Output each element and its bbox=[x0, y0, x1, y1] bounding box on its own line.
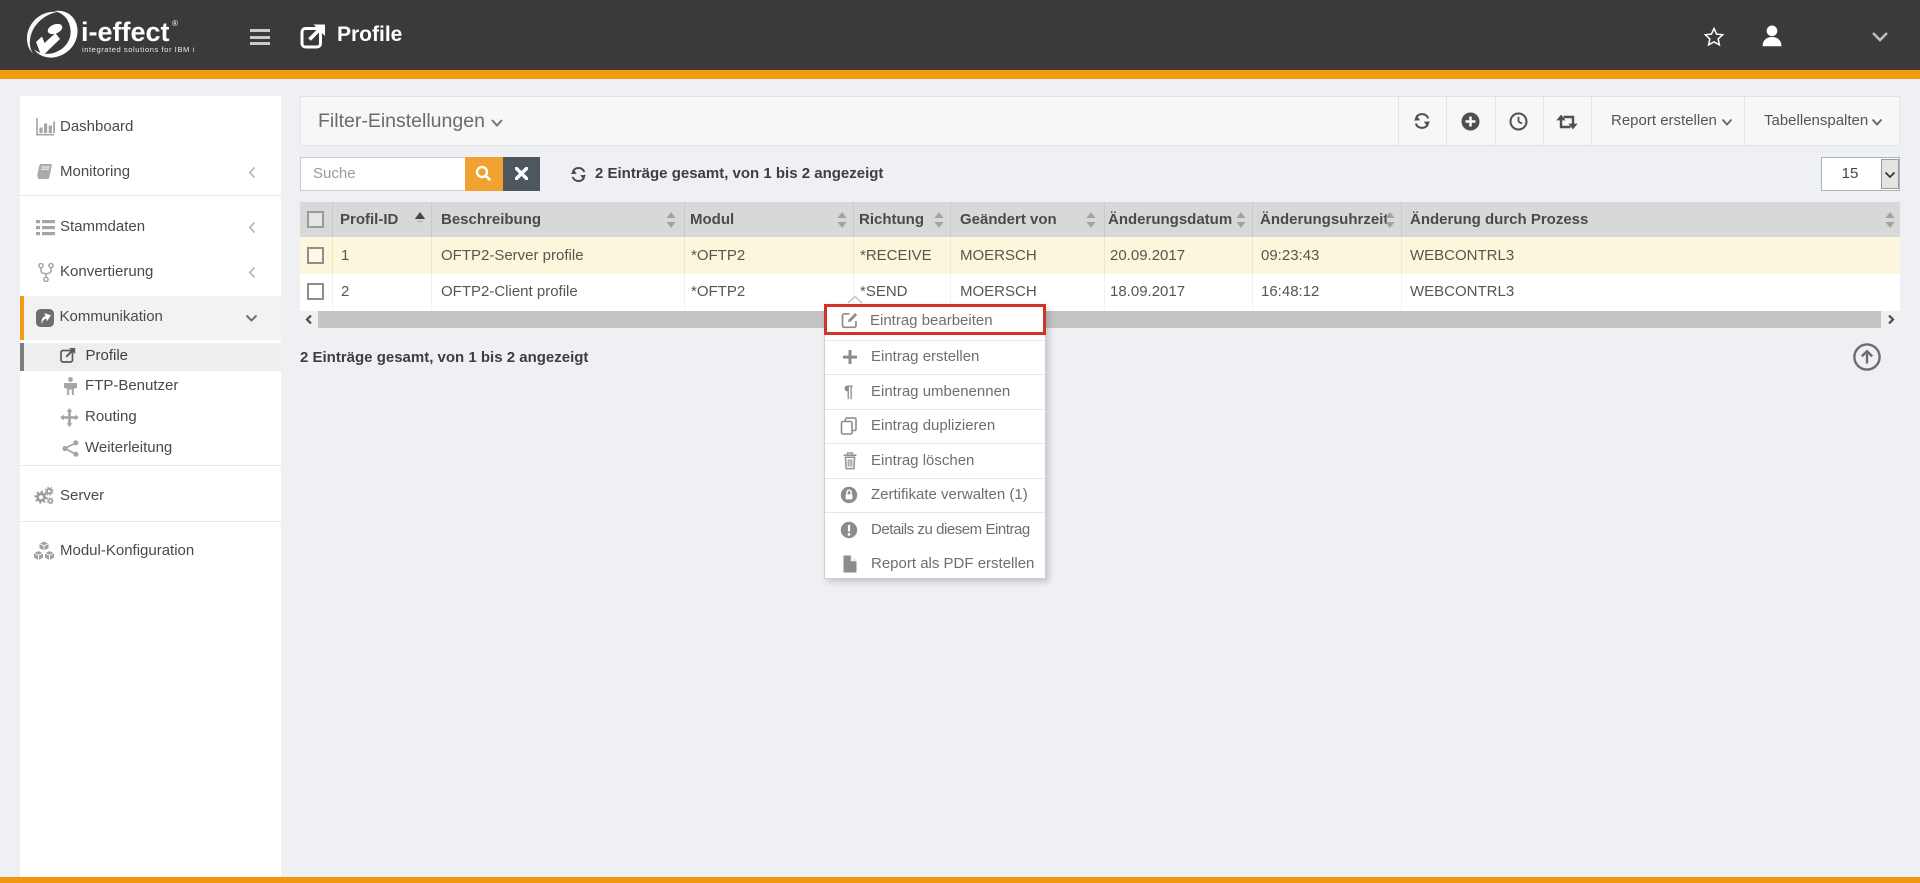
svg-text:integrated solutions for IBM i: integrated solutions for IBM i bbox=[82, 45, 194, 54]
svg-text:i-effect: i-effect bbox=[81, 17, 170, 47]
svg-text:®: ® bbox=[172, 19, 178, 28]
